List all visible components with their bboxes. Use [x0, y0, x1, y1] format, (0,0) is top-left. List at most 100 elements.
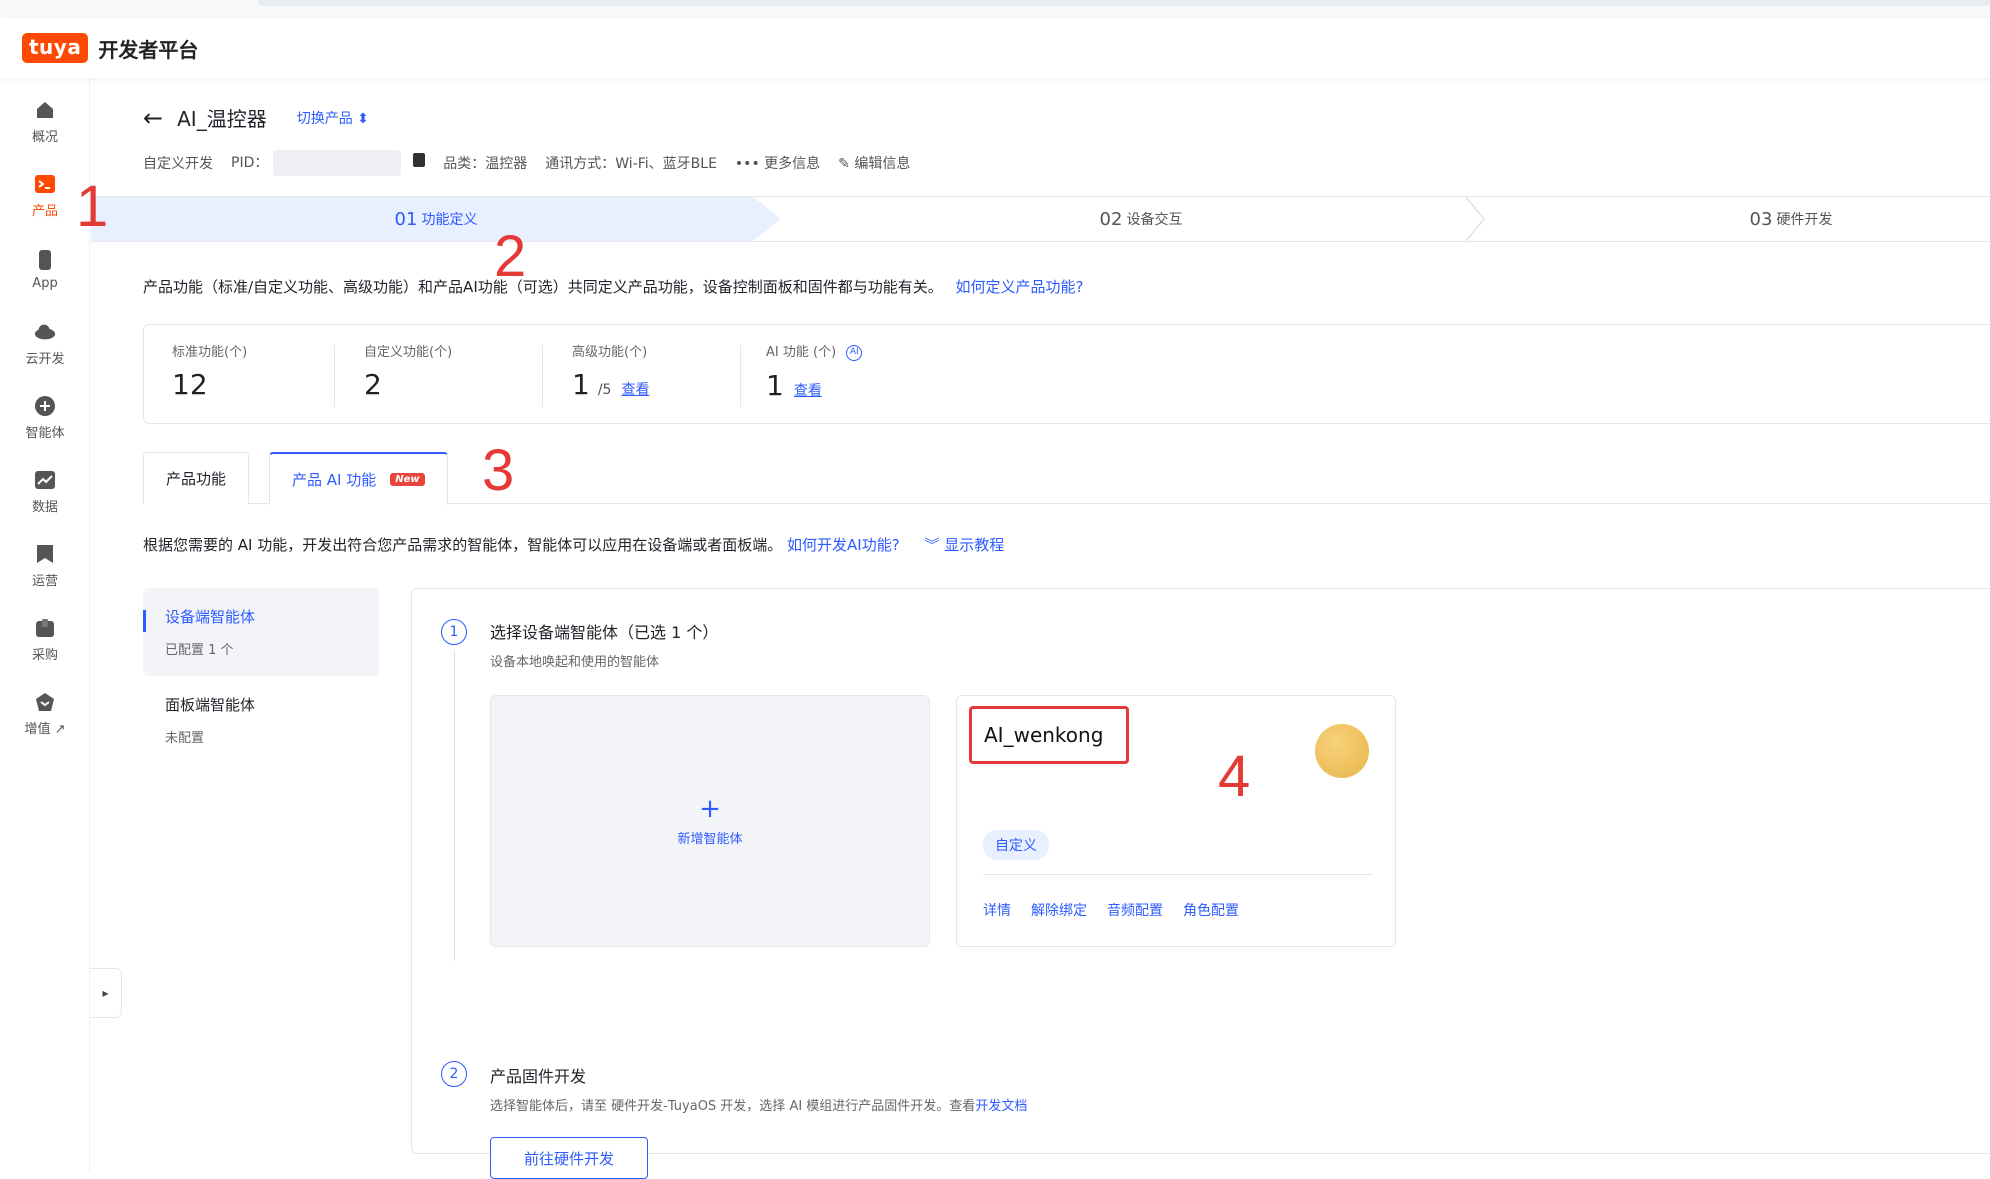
step-label: 硬件开发: [1776, 212, 1833, 228]
menu-sub: 已配置 1 个: [165, 643, 234, 658]
sidebar-item-label: 增值 ↗: [24, 722, 66, 737]
show-tutorial-toggle[interactable]: ︾ 显示教程: [924, 536, 1004, 554]
back-arrow-icon[interactable]: ←: [143, 104, 163, 132]
develop-ai-link[interactable]: 如何开发AI功能?: [787, 536, 900, 554]
menu-title: 设备端智能体: [165, 608, 256, 626]
sidebar-item-label: 概况: [31, 130, 58, 145]
top-header: tuya 开发者平台: [0, 18, 1990, 78]
step-one-marker: 1: [441, 619, 467, 645]
pid-label: PID：: [231, 155, 269, 171]
agent-panel: 1 选择设备端智能体（已选 1 个） 设备本地唤起和使用的智能体 + 新增智能体…: [411, 588, 1990, 1179]
annotation-number: 3: [482, 438, 515, 503]
go-hardware-dev-button[interactable]: 前往硬件开发: [490, 1137, 648, 1179]
agent-icon: [34, 395, 56, 417]
add-agent-card[interactable]: + 新增智能体: [490, 695, 930, 947]
bookmark-icon: [34, 543, 56, 565]
step-hardware-dev[interactable]: 03 硬件开发: [1491, 197, 1990, 241]
divider: [542, 345, 543, 407]
switch-product-dropdown[interactable]: 切换产品 ⬍: [297, 108, 369, 128]
agent-name: AI_wenkong: [969, 706, 1129, 764]
divider: [983, 874, 1373, 875]
tuya-logo[interactable]: tuya: [22, 33, 89, 63]
sidebar-item-data[interactable]: 数据: [0, 460, 90, 524]
stat-advanced: 高级功能(个) 1 /5 查看: [572, 341, 649, 401]
tab-label: 产品功能: [166, 470, 227, 488]
sidebar-item-label: App: [32, 276, 58, 291]
agent-unbind-link[interactable]: 解除绑定: [1031, 900, 1087, 920]
step-number: 03: [1749, 208, 1773, 230]
agent-actions: 详情 解除绑定 音频配置 角色配置: [983, 900, 1259, 920]
stat-label: 自定义功能(个): [364, 345, 453, 360]
view-advanced-link[interactable]: 查看: [621, 379, 649, 399]
sidebar-item-purchase[interactable]: 采购: [0, 608, 90, 672]
home-icon: [34, 99, 56, 121]
product-title-row: ← AI_温控器 切换产品 ⬍: [143, 103, 369, 132]
sidebar-item-label: 云开发: [25, 352, 65, 367]
sidebar-item-label: 产品: [31, 204, 58, 219]
stepper: 01 功能定义 02 设备交互 03 硬件开发: [91, 196, 1990, 242]
sidebar-item-label: 采购: [31, 648, 58, 663]
menu-title: 面板端智能体: [165, 696, 256, 714]
sidebar-item-agent[interactable]: 智能体: [0, 386, 90, 450]
view-ai-link[interactable]: 查看: [794, 380, 822, 400]
add-agent-label: 新增智能体: [677, 831, 743, 847]
more-info-link[interactable]: ••• 更多信息: [735, 153, 820, 173]
phone-icon: [34, 249, 56, 271]
select-agent-sub: 设备本地唤起和使用的智能体: [490, 655, 660, 670]
sidebar-item-app[interactable]: App: [0, 238, 90, 302]
step-function-definition[interactable]: 01 功能定义: [91, 197, 781, 241]
category: 品类：温控器: [443, 156, 528, 172]
agent-type-tag: 自定义: [983, 830, 1049, 860]
product-info-row: 自定义开发 PID： 品类：温控器 通讯方式：Wi-Fi、蓝牙BLE ••• 更…: [143, 150, 928, 176]
tab-bar: 产品功能 产品 AI 功能 New: [143, 452, 1990, 505]
agent-role-config-link[interactable]: 角色配置: [1183, 900, 1239, 920]
brand-title: 开发者平台: [98, 37, 199, 62]
tab-product-ai-function[interactable]: 产品 AI 功能 New: [269, 452, 448, 505]
ai-badge-icon: AI: [846, 344, 863, 361]
stat-value: 1: [572, 368, 590, 401]
step-label: 设备交互: [1126, 212, 1183, 228]
firmware-dev-sub: 选择智能体后，请至 硬件开发-TuyaOS 开发，选择 AI 模组进行产品固件开…: [490, 1095, 1027, 1114]
divider: [740, 345, 741, 407]
divider: [334, 345, 335, 407]
menu-device-agent[interactable]: 设备端智能体 已配置 1 个: [143, 588, 379, 676]
value-added-icon: [34, 691, 56, 713]
description-text: 产品功能（标准/自定义功能、高级功能）和产品AI功能（可选）共同定义产品功能，设…: [143, 278, 943, 296]
sidebar-item-label: 智能体: [25, 426, 65, 441]
sidebar-item-overview[interactable]: 概况: [0, 90, 90, 154]
edit-info-link[interactable]: ✎ 编辑信息: [838, 153, 910, 173]
agent-type-menu: 设备端智能体 已配置 1 个 面板端智能体 未配置: [143, 588, 379, 764]
plus-icon: +: [699, 793, 721, 824]
agent-avatar: [1315, 724, 1369, 778]
sidebar-item-operation[interactable]: 运营: [0, 534, 90, 598]
tab-product-function[interactable]: 产品功能: [143, 452, 250, 504]
stat-value: 1: [766, 368, 784, 402]
menu-panel-agent[interactable]: 面板端智能体 未配置: [143, 676, 379, 764]
step-number: 01: [394, 208, 418, 230]
pid-group: PID：: [231, 150, 426, 176]
sidebar-item-value-added[interactable]: 增值 ↗: [0, 682, 90, 746]
agent-detail-link[interactable]: 详情: [983, 900, 1011, 920]
step-number: 02: [1099, 208, 1123, 230]
step-device-interaction[interactable]: 02 设备交互: [791, 197, 1491, 241]
sidebar-item-label: 数据: [31, 500, 58, 515]
sidebar-item-cloud[interactable]: 云开发: [0, 312, 90, 376]
stat-value: 2: [364, 368, 382, 401]
ai-description-text: 根据您需要的 AI 功能，开发出符合您产品需求的智能体，智能体可以应用在设备端或…: [143, 536, 783, 554]
copy-icon[interactable]: [413, 153, 426, 167]
step-chevron-icon: [1465, 197, 1485, 241]
dev-mode: 自定义开发: [143, 156, 213, 172]
box-icon: [34, 617, 56, 639]
define-function-link[interactable]: 如何定义产品功能?: [956, 278, 1084, 296]
tab-label: 产品 AI 功能: [292, 471, 377, 489]
agent-audio-config-link[interactable]: 音频配置: [1107, 900, 1163, 920]
stat-label: 高级功能(个): [572, 345, 648, 360]
main-content: ← AI_温控器 切换产品 ⬍ 自定义开发 PID： 品类：温控器 通讯方式：W…: [91, 78, 1990, 1179]
firmware-dev-title: 产品固件开发: [490, 1067, 587, 1086]
step-two-marker: 2: [441, 1061, 467, 1087]
stat-max: /5: [597, 382, 612, 398]
dev-doc-link[interactable]: 开发文档: [975, 1099, 1027, 1114]
agent-card[interactable]: AI_wenkong 自定义 详情 解除绑定 音频配置 角色配置: [956, 695, 1396, 947]
step-label: 功能定义: [421, 212, 478, 228]
annotation-number: 1: [76, 174, 109, 239]
